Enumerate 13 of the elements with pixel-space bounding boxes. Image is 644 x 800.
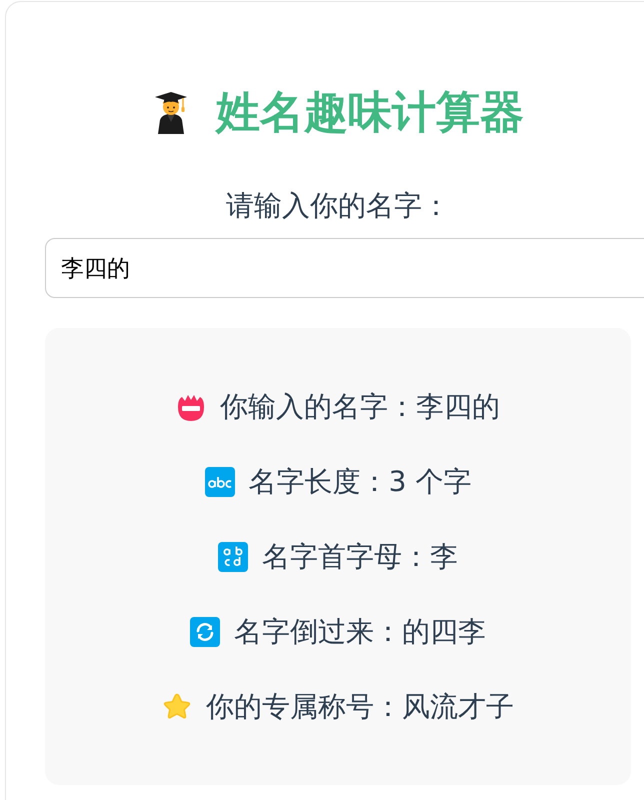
result-text: 名字倒过来：的四李 xyxy=(234,614,486,650)
letters-abc-icon xyxy=(204,467,235,497)
letters-abcd-icon xyxy=(218,542,248,572)
result-text: 名字首字母：李 xyxy=(262,539,458,575)
name-badge-icon xyxy=(176,393,206,421)
name-input-field[interactable]: 李四的 xyxy=(45,238,644,298)
result-text: 你输入的名字：李四的 xyxy=(220,389,500,425)
star-icon xyxy=(162,692,192,722)
refresh-arrows-icon xyxy=(190,617,220,647)
result-text: 你的专属称号：风流才子 xyxy=(206,689,514,725)
app-title: 姓名趣味计算器 xyxy=(216,86,524,139)
name-field-label: 请输入你的名字： xyxy=(225,188,451,224)
result-text: 名字长度：3 个字 xyxy=(248,464,472,500)
